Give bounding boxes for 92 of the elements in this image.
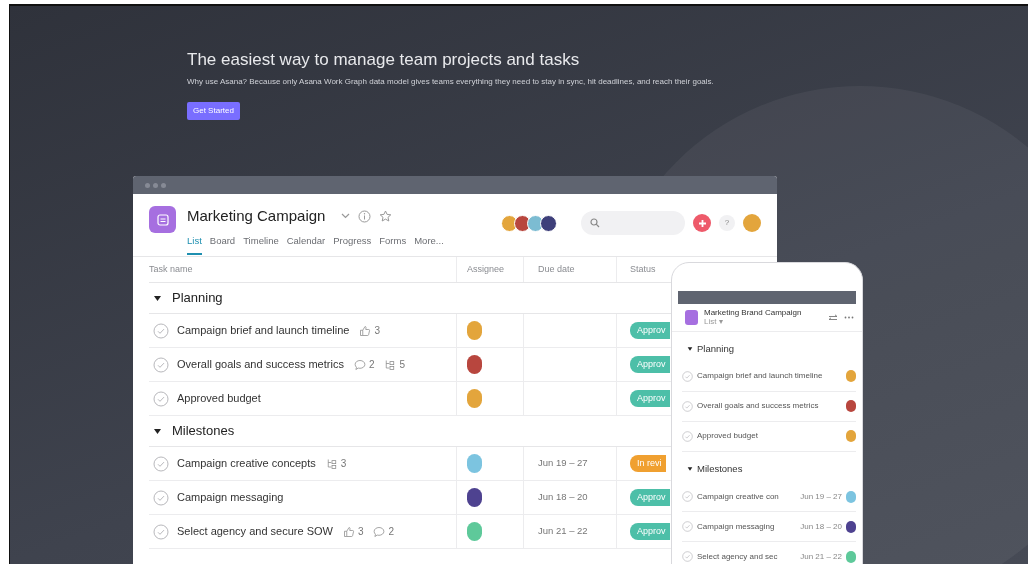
info-icon[interactable] — [358, 209, 372, 223]
member-avatar[interactable] — [540, 214, 557, 232]
section-title[interactable]: Milestones — [697, 461, 743, 477]
task-name[interactable]: Campaign creative concepts — [177, 455, 316, 472]
check-circle-icon[interactable] — [153, 390, 169, 407]
task-name[interactable]: Overall goals and success metrics — [177, 356, 344, 373]
count-label: 3 — [374, 324, 380, 338]
assignee-avatar[interactable] — [467, 488, 482, 507]
check-circle-icon[interactable] — [153, 455, 169, 472]
count-label: 2 — [368, 358, 375, 372]
triangle-down-icon[interactable] — [687, 465, 693, 472]
project-title: Marketing Campaign — [187, 206, 326, 227]
view-tab[interactable]: Calendar — [286, 233, 326, 255]
status-tag: In revi — [630, 454, 666, 473]
section-title[interactable]: Milestones — [172, 421, 235, 441]
view-tab[interactable]: Forms — [379, 233, 407, 255]
task-name[interactable]: Campaign messaging — [177, 489, 284, 506]
more-icon[interactable] — [844, 316, 854, 320]
search-field[interactable] — [581, 211, 685, 235]
status-tag: Approv — [630, 389, 670, 408]
count-label: 3 — [340, 457, 347, 471]
view-tab[interactable]: Progress — [333, 233, 372, 255]
thumbs-up-icon — [359, 324, 372, 337]
column-header[interactable]: Due date — [538, 262, 575, 277]
check-circle-icon[interactable] — [682, 521, 693, 533]
window-dot — [153, 182, 158, 188]
status-tag: Approv — [630, 321, 670, 340]
assignee-avatar[interactable] — [846, 400, 856, 413]
section-title[interactable]: Planning — [172, 288, 223, 308]
task-name[interactable]: Campaign creative con — [697, 490, 797, 503]
check-circle-icon[interactable] — [153, 322, 169, 339]
check-circle-icon[interactable] — [153, 523, 169, 540]
view-tab[interactable]: Timeline — [243, 233, 279, 255]
due-date: Jun 18 – 20 — [800, 520, 842, 533]
triangle-down-icon[interactable] — [687, 345, 693, 352]
count-label: 2 — [388, 525, 395, 539]
search-icon — [590, 218, 600, 228]
task-name[interactable]: Campaign brief and launch timeline — [697, 370, 842, 383]
due-date: Jun 21 – 22 — [800, 550, 842, 563]
task-name[interactable]: Campaign messaging — [697, 520, 797, 533]
check-circle-icon[interactable] — [682, 551, 693, 563]
due-date: Jun 19 – 27 — [538, 456, 588, 471]
window-dot — [145, 182, 150, 188]
add-button[interactable] — [693, 214, 711, 232]
view-tab[interactable]: Board — [209, 233, 236, 255]
check-circle-icon[interactable] — [153, 356, 169, 373]
task-name[interactable]: Select agency and sec — [697, 550, 797, 563]
plus-icon — [697, 218, 707, 228]
star-icon[interactable] — [379, 209, 393, 223]
task-name[interactable]: Approved budget — [697, 430, 842, 443]
project-title: Marketing Brand Campaign — [704, 309, 803, 318]
view-tab[interactable]: List — [187, 233, 202, 255]
check-circle-icon[interactable] — [153, 489, 169, 506]
window-dot — [161, 182, 166, 188]
subtask-icon — [384, 358, 397, 371]
chevron-down-icon[interactable] — [341, 213, 351, 220]
swap-icon[interactable] — [828, 313, 838, 322]
assignee-avatar[interactable] — [846, 520, 856, 533]
assignee-avatar[interactable] — [467, 355, 482, 374]
thumbs-up-icon — [342, 525, 355, 538]
task-name[interactable]: Overall goals and success metrics — [697, 400, 842, 413]
task-name[interactable]: Select agency and secure SOW — [177, 523, 333, 540]
hero-subtitle: Why use Asana? Because only Asana Work Graph data model gives teams everything they need to stay in sync, hit deadlines, and reach their goals. — [187, 76, 714, 89]
get-started-button[interactable]: Get Started — [187, 102, 240, 121]
status-tag: Approv — [630, 488, 670, 507]
triangle-down-icon[interactable] — [153, 293, 162, 303]
triangle-down-icon[interactable] — [153, 426, 162, 436]
hero-title: The easiest way to manage team projects and tasks — [187, 50, 581, 71]
due-date: Jun 21 – 22 — [538, 524, 588, 539]
count-label: 3 — [357, 525, 364, 539]
project-icon — [685, 310, 698, 326]
project-icon — [149, 206, 176, 233]
user-avatar[interactable] — [743, 214, 761, 232]
check-circle-icon[interactable] — [682, 491, 693, 503]
check-circle-icon[interactable] — [682, 430, 693, 442]
check-circle-icon[interactable] — [682, 400, 693, 412]
speech-bubble-icon — [373, 525, 386, 538]
section-title[interactable]: Planning — [697, 341, 734, 356]
column-header[interactable]: Assignee — [467, 262, 505, 277]
view-tab[interactable]: More... — [414, 233, 444, 255]
status-tag: Approv — [630, 355, 670, 374]
subtask-icon — [325, 457, 338, 470]
task-name[interactable]: Campaign brief and launch timeline — [177, 322, 350, 339]
column-header[interactable]: Status — [630, 262, 656, 277]
count-label: 5 — [399, 358, 406, 372]
check-circle-icon[interactable] — [682, 370, 693, 382]
speech-bubble-icon — [353, 358, 366, 371]
column-header[interactable]: Task name — [149, 262, 193, 277]
status-tag: Approv — [630, 522, 670, 541]
due-date: Jun 19 – 27 — [800, 490, 842, 503]
due-date: Jun 18 – 20 — [538, 490, 588, 505]
task-name[interactable]: Approved budget — [177, 390, 261, 407]
